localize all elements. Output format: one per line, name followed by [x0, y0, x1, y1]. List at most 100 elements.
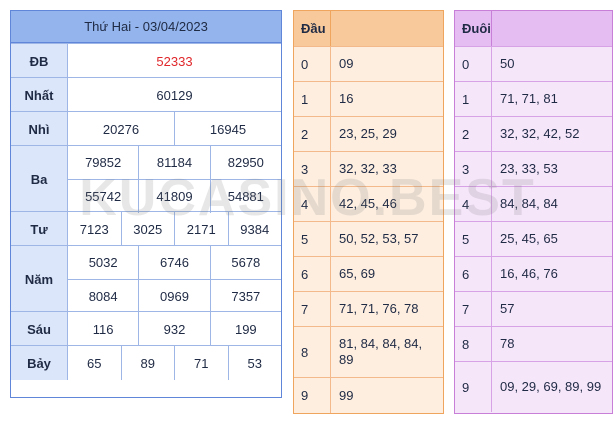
duoi-numbers: 23, 33, 53 — [500, 161, 558, 176]
prize-line: 20276 16945 — [68, 112, 281, 146]
prize-row: Ba 79852 81184 82950 55742 41809 54881 — [11, 145, 281, 213]
dau-numbers: 71, 71, 76, 78 — [339, 301, 419, 316]
prize-row: ĐB 52333 — [11, 43, 281, 78]
prize-row: Năm 5032 6746 5678 8084 0969 7357 — [11, 245, 281, 313]
duoi-row: 0 50 — [455, 46, 612, 81]
prize-line: 55742 41809 54881 — [68, 179, 281, 213]
prize-row: Nhì 20276 16945 — [11, 111, 281, 146]
prize-number: 5678 — [209, 246, 281, 279]
prize-row: Sáu 116 932 199 — [11, 311, 281, 346]
prize-values: 52333 — [68, 44, 281, 78]
prize-label: Năm — [11, 246, 68, 312]
prize-values: 79852 81184 82950 55742 41809 54881 — [68, 146, 281, 213]
duoi-digit: 3 — [455, 152, 492, 186]
dau-digit: 5 — [294, 222, 331, 256]
prize-values: 60129 — [68, 78, 281, 112]
prize-number: 81184 — [138, 146, 209, 179]
dau-row: 7 71, 71, 76, 78 — [294, 291, 443, 326]
dau-row: 0 09 — [294, 46, 443, 81]
duoi-numbers: 71, 71, 81 — [500, 91, 558, 106]
prize-number: 5032 — [88, 255, 118, 270]
prize-label: Ba — [11, 146, 68, 212]
dau-digit: 8 — [294, 327, 331, 377]
results-table: Thứ Hai - 03/04/2023 ĐB 52333 Nhất 60129 Nhì… — [10, 10, 282, 398]
prize-number: 0969 — [138, 280, 209, 313]
dau-row: 8 81, 84, 84, 84, 89 — [294, 326, 443, 377]
prize-line: 5032 6746 5678 — [68, 246, 281, 279]
dau-digit: 7 — [294, 292, 331, 326]
prize-values: 5032 6746 5678 8084 0969 7357 — [68, 246, 281, 313]
prize-line: 65 89 71 53 — [68, 346, 281, 380]
dau-row: 4 42, 45, 46 — [294, 186, 443, 221]
duoi-numbers: 57 — [500, 301, 515, 316]
duoi-numbers: 09, 29, 69, 89, 99 — [500, 379, 602, 394]
prize-line: 60129 — [68, 78, 281, 112]
duoi-table: Đuôi 0 50 1 71, 71, 81 2 32, 32, 42, 52 3 23, 3… — [454, 10, 613, 414]
duoi-digit: 6 — [455, 257, 492, 291]
prize-label: Nhất — [11, 78, 68, 112]
prize-number: 8084 — [88, 289, 118, 304]
duoi-numbers: 25, 45, 65 — [500, 231, 558, 246]
dau-row: 9 99 — [294, 377, 443, 413]
prize-values: 7123 3025 2171 9384 — [68, 212, 281, 246]
dau-numbers: 23, 25, 29 — [339, 126, 397, 141]
dau-row: 1 16 — [294, 81, 443, 116]
prize-number: 6746 — [138, 246, 209, 279]
dau-numbers: 09 — [339, 56, 354, 71]
duoi-row: 9 09, 29, 69, 89, 99 — [455, 361, 612, 412]
prize-number: 2171 — [174, 212, 228, 246]
duoi-row: 1 71, 71, 81 — [455, 81, 612, 116]
dau-numbers: 32, 32, 33 — [339, 161, 397, 176]
prize-label: ĐB — [11, 44, 68, 78]
prize-label: Tư — [11, 212, 68, 246]
prize-number: 116 — [92, 321, 114, 337]
duoi-digit: 1 — [455, 82, 492, 116]
duoi-numbers: 84, 84, 84 — [500, 196, 558, 211]
prize-number: 82950 — [209, 146, 281, 179]
duoi-row: 4 84, 84, 84 — [455, 186, 612, 221]
prize-number: 55742 — [85, 189, 122, 204]
duoi-row: 2 32, 32, 42, 52 — [455, 116, 612, 151]
dau-header: Đầu — [294, 11, 331, 46]
duoi-body: 0 50 1 71, 71, 81 2 32, 32, 42, 52 3 23, 33, 53… — [455, 46, 612, 412]
dau-header-row: Đầu — [294, 11, 443, 46]
duoi-row: 6 16, 46, 76 — [455, 256, 612, 291]
prize-number: 20276 — [102, 121, 140, 137]
dau-numbers: 65, 69 — [339, 266, 376, 281]
prize-line: 116 932 199 — [68, 312, 281, 346]
dau-row: 5 50, 52, 53, 57 — [294, 221, 443, 256]
dau-row: 6 65, 69 — [294, 256, 443, 291]
prize-number: 71 — [174, 346, 228, 380]
prize-values: 65 89 71 53 — [68, 346, 281, 380]
prize-values: 116 932 199 — [68, 312, 281, 346]
duoi-header-row: Đuôi — [455, 11, 612, 46]
prize-row: Nhất 60129 — [11, 77, 281, 112]
dau-digit: 3 — [294, 152, 331, 186]
prize-line: 8084 0969 7357 — [68, 279, 281, 313]
duoi-numbers: 78 — [500, 336, 515, 351]
prize-row: Bảy 65 89 71 53 — [11, 345, 281, 380]
prize-number: 79852 — [85, 155, 122, 170]
prize-number: 89 — [120, 346, 175, 380]
dau-digit: 6 — [294, 257, 331, 291]
duoi-digit: 0 — [455, 47, 492, 81]
dau-digit: 4 — [294, 187, 331, 221]
duoi-row: 3 23, 33, 53 — [455, 151, 612, 186]
prize-values: 20276 16945 — [68, 112, 281, 146]
duoi-digit: 2 — [455, 117, 492, 151]
dau-row: 2 23, 25, 29 — [294, 116, 443, 151]
duoi-numbers: 50 — [500, 56, 515, 71]
prize-number: 54881 — [209, 180, 281, 213]
duoi-numbers: 16, 46, 76 — [500, 266, 558, 281]
duoi-digit: 5 — [455, 222, 492, 256]
special-prize-number: 52333 — [156, 53, 193, 69]
results-date-header: Thứ Hai - 03/04/2023 — [11, 11, 281, 43]
duoi-digit: 4 — [455, 187, 492, 221]
prize-number: 16945 — [174, 112, 281, 146]
prize-line: 7123 3025 2171 9384 — [68, 212, 281, 246]
duoi-digit: 8 — [455, 327, 492, 361]
prize-label: Bảy — [11, 346, 68, 380]
dau-digit: 9 — [294, 378, 331, 413]
dau-digit: 1 — [294, 82, 331, 116]
dau-row: 3 32, 32, 33 — [294, 151, 443, 186]
